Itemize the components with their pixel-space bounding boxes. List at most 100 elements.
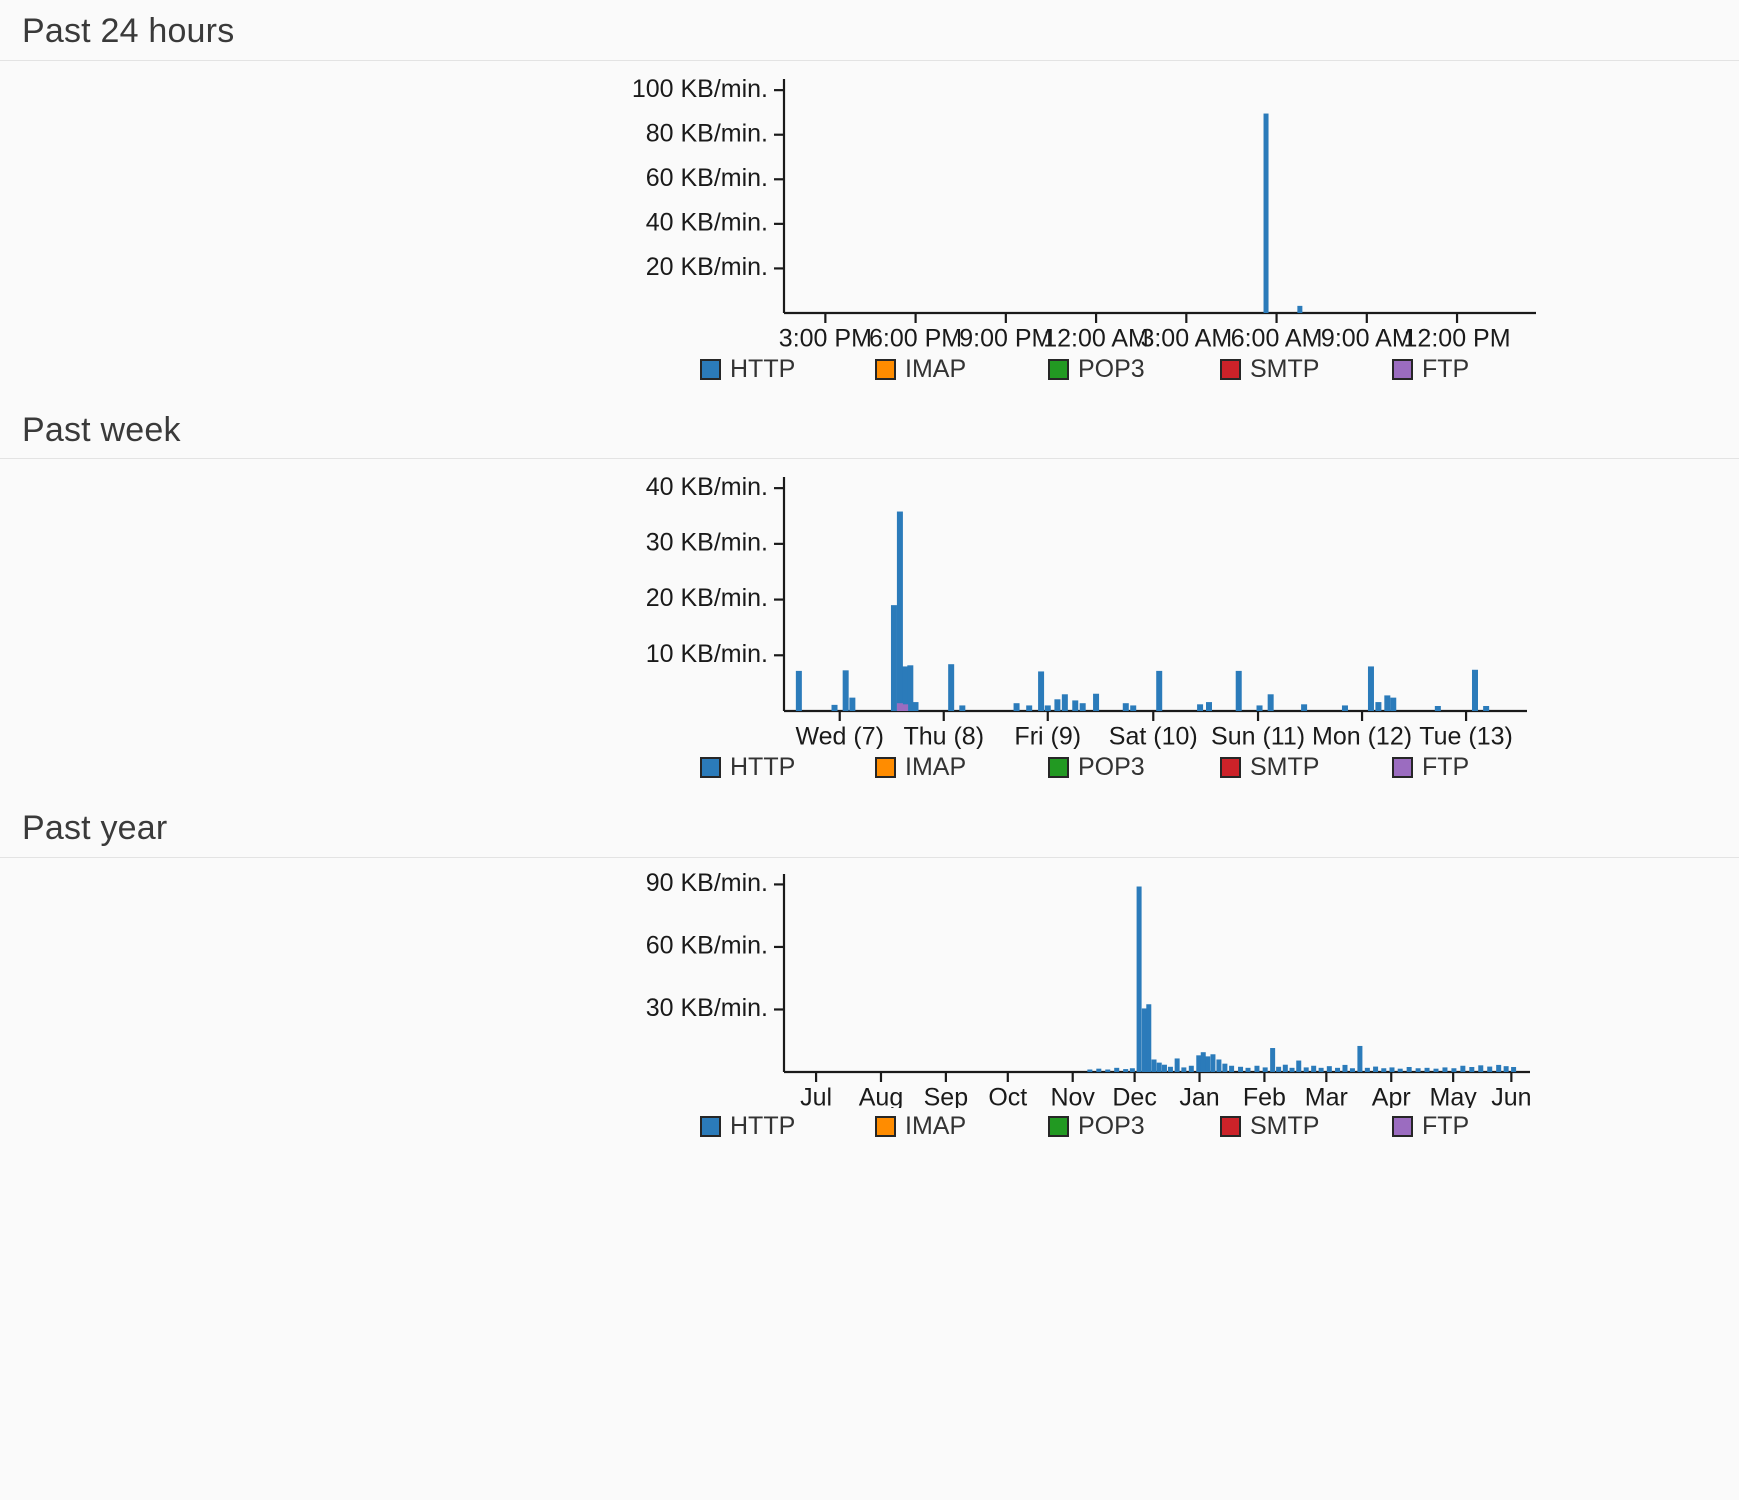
legend-item-http[interactable]: HTTP (700, 755, 795, 780)
legend-label: POP3 (1078, 755, 1145, 780)
legend-item-pop3[interactable]: POP3 (1048, 357, 1145, 382)
bar-http (1045, 706, 1051, 712)
legend-past-week: HTTP IMAP POP3 SMTP FTP (0, 749, 1739, 797)
bar-http (1296, 1061, 1301, 1072)
legend-item-imap[interactable]: IMAP (875, 357, 966, 382)
bar-http (1196, 1055, 1201, 1072)
bar-http (1435, 706, 1441, 711)
x-tick-label: Aug (859, 1084, 903, 1108)
bar-http (1181, 1067, 1186, 1072)
x-tick-label: Wed (7) (795, 723, 883, 749)
bar-http (1114, 1068, 1119, 1072)
legend-item-imap[interactable]: IMAP (875, 755, 966, 780)
bar-http (796, 671, 802, 711)
bar-http (1062, 695, 1068, 712)
legend-item-ftp[interactable]: FTP (1392, 755, 1469, 780)
legend-item-smtp[interactable]: SMTP (1220, 755, 1319, 780)
bar-http (1268, 695, 1274, 712)
x-tick-label: 6:00 AM (1231, 324, 1323, 350)
legend-item-smtp[interactable]: SMTP (1220, 357, 1319, 382)
legend-swatch-imap-icon (875, 757, 896, 778)
bar-http (1168, 1067, 1173, 1072)
bar-http (1222, 1064, 1227, 1072)
legend-item-ftp[interactable]: FTP (1392, 357, 1469, 382)
x-tick-label: 9:00 PM (959, 324, 1052, 350)
bar-http (1478, 1065, 1483, 1072)
x-tick-label: Sat (10) (1109, 723, 1198, 749)
bar-http (1319, 1068, 1324, 1072)
bar-ftp (902, 705, 908, 712)
x-tick-label: Apr (1372, 1084, 1411, 1108)
legend-label: IMAP (905, 357, 966, 382)
y-tick-label: 40 KB/min. (646, 473, 768, 501)
bar-http (1206, 702, 1212, 711)
x-tick-label: 12:00 PM (1404, 324, 1511, 350)
bar-http (1205, 1056, 1210, 1072)
x-tick-label: 3:00 AM (1140, 324, 1232, 350)
bar-http (1290, 1068, 1295, 1072)
x-tick-label: Nov (1050, 1084, 1095, 1108)
bar-ftp (897, 704, 903, 712)
y-tick-label: 20 KB/min. (646, 585, 768, 613)
bar-http (1210, 1054, 1215, 1072)
bar-http (1472, 670, 1478, 711)
legend-item-pop3[interactable]: POP3 (1048, 1114, 1145, 1139)
y-tick-label: 60 KB/min. (646, 164, 768, 192)
bar-http (832, 705, 838, 711)
chart-past-week[interactable]: 10 KB/min. 20 KB/min. 30 KB/min. 40 KB/min.… (0, 459, 1739, 749)
x-tick-label: Dec (1112, 1084, 1156, 1108)
bar-http (1434, 1069, 1439, 1072)
bar-http (897, 512, 903, 711)
bar-http (1384, 696, 1390, 712)
chart-block-past-24-hours: 20 KB/min.40 KB/min.60 KB/min.80 KB/min.… (0, 61, 1739, 399)
y-tick-label: 30 KB/min. (646, 994, 768, 1022)
bar-http (1080, 704, 1086, 712)
x-tick-label: 3:00 PM (779, 324, 872, 350)
legend-swatch-ftp-icon (1392, 757, 1413, 778)
chart-block-past-week: 10 KB/min. 20 KB/min. 30 KB/min. 40 KB/min.… (0, 459, 1739, 797)
bar-http (1407, 1067, 1412, 1072)
legend-label: IMAP (905, 1114, 966, 1139)
x-tick-label: Thu (8) (903, 723, 984, 749)
chart-svg-past-24-hours: 20 KB/min.40 KB/min.60 KB/min.80 KB/min.… (0, 61, 1739, 351)
legend-item-http[interactable]: HTTP (700, 357, 795, 382)
bar-http (1130, 1068, 1135, 1072)
bar-http (1142, 1008, 1147, 1072)
chart-past-year[interactable]: 30 KB/min.60 KB/min.90 KB/min.JulAugSepO… (0, 858, 1739, 1108)
legend-label: SMTP (1250, 357, 1319, 382)
bar-http (1390, 698, 1396, 711)
legend-item-pop3[interactable]: POP3 (1048, 755, 1145, 780)
section-title-past-week: Past week (0, 399, 1739, 460)
bar-http (1389, 1067, 1394, 1072)
x-tick-label: Jul (800, 1084, 832, 1108)
y-tick-label: 10 KB/min. (646, 640, 768, 668)
legend-item-imap[interactable]: IMAP (875, 1114, 966, 1139)
bar-http (1093, 694, 1099, 711)
bar-http (1216, 1060, 1221, 1073)
legend-item-ftp[interactable]: FTP (1392, 1114, 1469, 1139)
legend-swatch-smtp-icon (1220, 359, 1241, 380)
legend-swatch-pop3-icon (1048, 359, 1069, 380)
bar-http (1123, 1069, 1128, 1072)
legend-item-http[interactable]: HTTP (700, 1114, 795, 1139)
bar-http (1511, 1067, 1516, 1072)
bar-http (1123, 704, 1129, 712)
legend-label: FTP (1422, 357, 1469, 382)
y-tick-label: 30 KB/min. (646, 529, 768, 557)
legend-label: POP3 (1078, 357, 1145, 382)
legend-item-smtp[interactable]: SMTP (1220, 1114, 1319, 1139)
bar-http (1270, 1048, 1275, 1072)
section-past-week: Past week 10 KB/min. 20 KB/min. 30 KB/min.… (0, 399, 1739, 798)
bar-http (1297, 306, 1302, 313)
chart-svg-past-week: 10 KB/min. 20 KB/min. 30 KB/min. 40 KB/min.… (0, 459, 1739, 749)
chart-past-24-hours[interactable]: 20 KB/min.40 KB/min.60 KB/min.80 KB/min.… (0, 61, 1739, 351)
bandwidth-stats-page: Past 24 hours 20 KB/min.40 KB/min.60 KB/… (0, 0, 1739, 1500)
x-tick-label: 12:00 AM (1043, 324, 1149, 350)
legend-label: SMTP (1250, 1114, 1319, 1139)
bar-http (1496, 1065, 1501, 1072)
bar-http (1283, 1065, 1288, 1072)
legend-label: POP3 (1078, 1114, 1145, 1139)
bar-http (907, 666, 913, 712)
bar-http (1276, 1067, 1281, 1072)
legend-swatch-http-icon (700, 359, 721, 380)
